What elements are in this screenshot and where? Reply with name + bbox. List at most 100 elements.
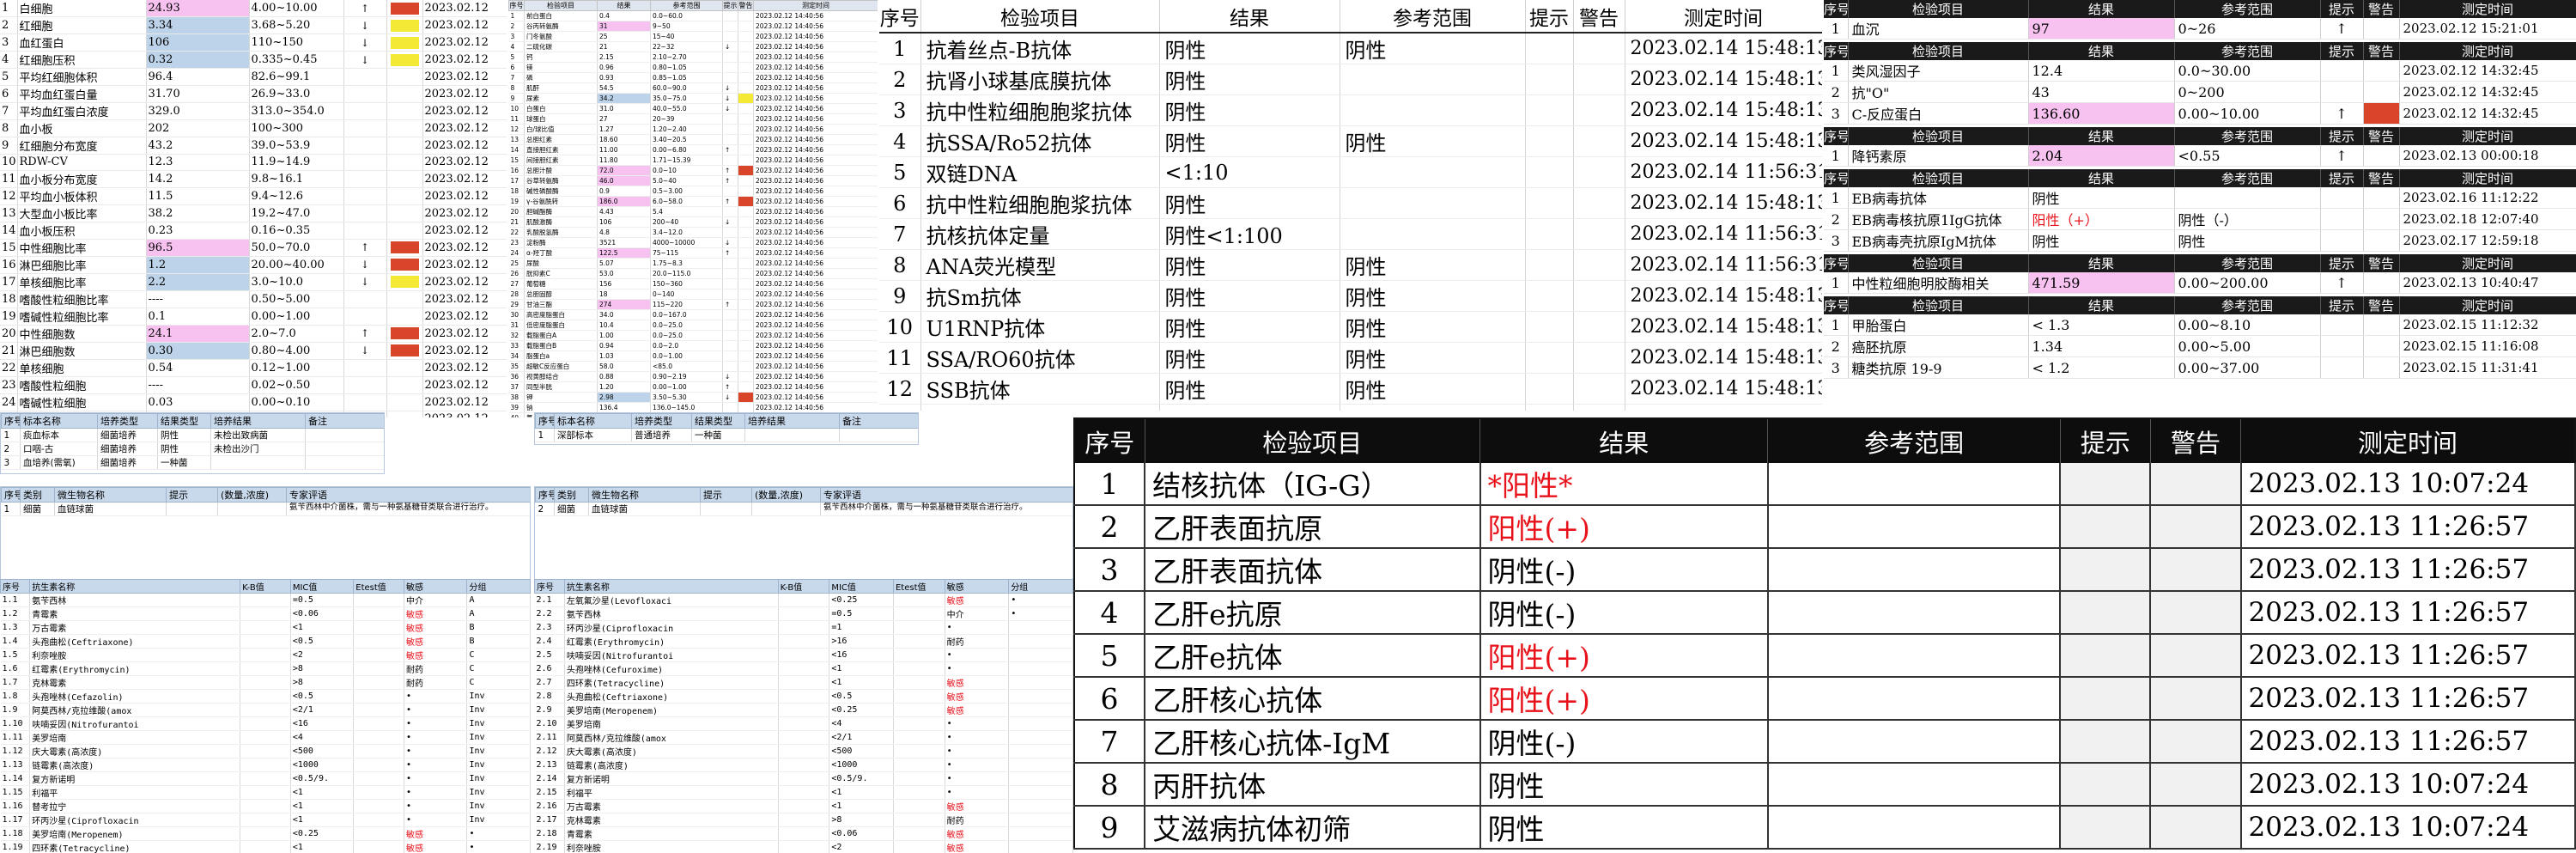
group: Inv — [466, 771, 531, 786]
antibiotic-name: 头孢曲松(Ceftriaxone) — [564, 689, 779, 704]
flag-arrow: ↑ — [722, 247, 738, 259]
flag-arrow — [2320, 314, 2364, 336]
reference-range: 110~150 — [249, 34, 344, 52]
hint-cell — [2060, 634, 2152, 678]
kb-value — [240, 730, 291, 745]
column-header: 序号 — [0, 579, 31, 594]
warning-cell — [386, 204, 423, 222]
autoimmune-table-body: 1 抗着丝点-B抗体 阴性 阴性 2023.02.14 15:48:13 2 抗肾小球基底膜… — [879, 33, 1822, 411]
column-header: 序号 — [1824, 254, 1849, 272]
group: Inv — [466, 799, 531, 813]
test-name: 肌酐 — [524, 82, 598, 94]
ast-table-left: 序号 抗生素名称 K-B值 MIC值 Etest值 敏感 分组 1.1 氨苄西林 =0.5 中介 A… — [0, 579, 531, 853]
sensitivity: • — [945, 730, 1010, 745]
row-number: 2 — [0, 16, 18, 34]
result-value: 阳性(+) — [1479, 505, 1769, 549]
antibiotic-name: 复方新诺明 — [564, 771, 779, 786]
group — [1008, 758, 1073, 772]
test-name: 血红蛋白 — [17, 34, 147, 52]
test-time: 2023.02.12 — [422, 359, 507, 377]
sensitivity: • — [945, 785, 1010, 800]
antibiotic-name: 利奈唑胺 — [564, 840, 779, 853]
result-value: 471.59 — [2028, 272, 2175, 294]
reference-range: 0.0~167.0 — [650, 309, 723, 320]
reference-range — [1767, 591, 2062, 635]
test-name: 平均红细胞体积 — [17, 68, 147, 86]
test-time: 2023.02.14 15:48:13 — [1625, 187, 1822, 219]
column-header: 警告 — [2150, 418, 2242, 463]
cbc-row: 9 红细胞分布宽度 43.2 39.0~53.9 2023.02.12 — [0, 137, 507, 155]
column-header: 警告 — [2363, 0, 2400, 18]
sensitivity: 敏感 — [945, 593, 1010, 607]
reference-range: 0.85~1.05 — [650, 72, 723, 83]
column-header: 参考范围 — [2174, 42, 2321, 60]
group — [1008, 840, 1073, 853]
row-number: 13 — [879, 404, 921, 411]
antibiotic-name: 环丙沙星(Ciprofloxacin — [29, 813, 241, 827]
antibiotic-name: 美罗培南(Meropenem) — [29, 826, 241, 841]
reference-range: 1.20~2.40 — [650, 124, 723, 135]
column-header: 参考范围 — [2174, 296, 2321, 314]
row-number: 26 — [508, 268, 525, 279]
antibiotic-name: 替考拉宁 — [29, 799, 241, 813]
row-number: 1.10 — [0, 716, 31, 731]
test-name: 视黄醇结合 — [524, 371, 598, 382]
test-name: 血小板分布宽度 — [17, 170, 147, 188]
test-time: 2023.02.12 — [422, 376, 507, 394]
kb-value — [240, 593, 291, 607]
row-number: 16 — [508, 165, 525, 176]
chemistry-row: 29 甘油三酯 274 115~220 ↑ 2023.02.12 14:40:56 — [508, 299, 878, 310]
result-value: 阴性(-) — [1479, 591, 1769, 635]
row-number: 10 — [0, 154, 18, 171]
reference-range: 0.335~0.45 — [249, 51, 344, 69]
test-time: 2023.02.12 14:40:56 — [753, 340, 878, 351]
warning-cell — [2363, 229, 2400, 252]
result-value: 10.4 — [597, 320, 651, 331]
result-value: *阳性* — [1479, 463, 1769, 506]
misc-header-row: 序号 检验项目 结果 参考范围 提示 警告 测定时间 — [1824, 296, 2576, 314]
column-header: 提示 — [166, 487, 218, 503]
row-number: 12 — [0, 187, 18, 205]
test-name: 谷草转氨酶 — [524, 175, 598, 186]
row-number: 25 — [508, 258, 525, 269]
test-time: 2023.02.13 00:00:18 — [2399, 145, 2576, 167]
test-name: 血小板压积 — [17, 222, 147, 240]
cbc-row: 11 血小板分布宽度 14.2 9.8~16.1 2023.02.12 — [0, 170, 507, 188]
flag-arrow — [2320, 187, 2364, 209]
result-value: 58.0 — [597, 361, 651, 372]
row-number: 1.12 — [0, 744, 31, 759]
group: • — [1008, 606, 1073, 621]
test-name: 乙肝e抗原 — [1145, 591, 1481, 635]
flag-arrow — [722, 258, 738, 269]
group — [1008, 771, 1073, 786]
ast-header-row-right: 序号 抗生素名称 K-B值 MIC值 Etest值 敏感 分组 — [534, 579, 1073, 594]
test-name: 红细胞压积 — [17, 51, 147, 69]
etest-value — [353, 744, 405, 759]
test-time: 2023.02.12 14:40:56 — [753, 155, 878, 166]
column-header: 结果 — [2028, 0, 2175, 18]
column-header: K-B值 — [777, 579, 830, 594]
antibiotic-name: 万古霉素 — [29, 620, 241, 635]
result-type: 一种菌 — [157, 455, 211, 470]
test-name: 丙肝抗体 — [1145, 763, 1481, 807]
test-time: 2023.02.12 — [422, 16, 507, 34]
sensitivity: • — [404, 744, 468, 759]
organism-name: 血链球菌 — [588, 502, 701, 516]
kb-value — [240, 661, 291, 676]
group — [1008, 716, 1073, 731]
warning-cell — [386, 308, 423, 326]
row-number: 1 — [879, 33, 921, 64]
test-name: 钾 — [524, 392, 598, 403]
misc-header-row: 序号 检验项目 结果 参考范围 提示 警告 测定时间 — [1824, 127, 2576, 145]
misc-row: 1 甲胎蛋白 < 1.3 0.00~8.10 2023.02.15 11:12:32 — [1824, 314, 2576, 336]
row-number: 23 — [0, 376, 18, 394]
column-header: 备注 — [839, 413, 918, 429]
flag-arrow: ↓ — [343, 273, 387, 291]
row-number: 32 — [508, 330, 525, 341]
reference-range — [1340, 218, 1526, 250]
test-name: 淋巴细胞数 — [17, 342, 147, 360]
flag-arrow: ↑ — [722, 196, 738, 207]
misc-row: 1 类风湿因子 12.4 0.0~30.00 2023.02.12 14:32:45 — [1824, 60, 2576, 82]
autoimmune-row: 8 ANA荧光模型 阴性 阴性 2023.02.14 11:56:31 — [879, 249, 1822, 281]
hint-cell — [1525, 311, 1574, 343]
